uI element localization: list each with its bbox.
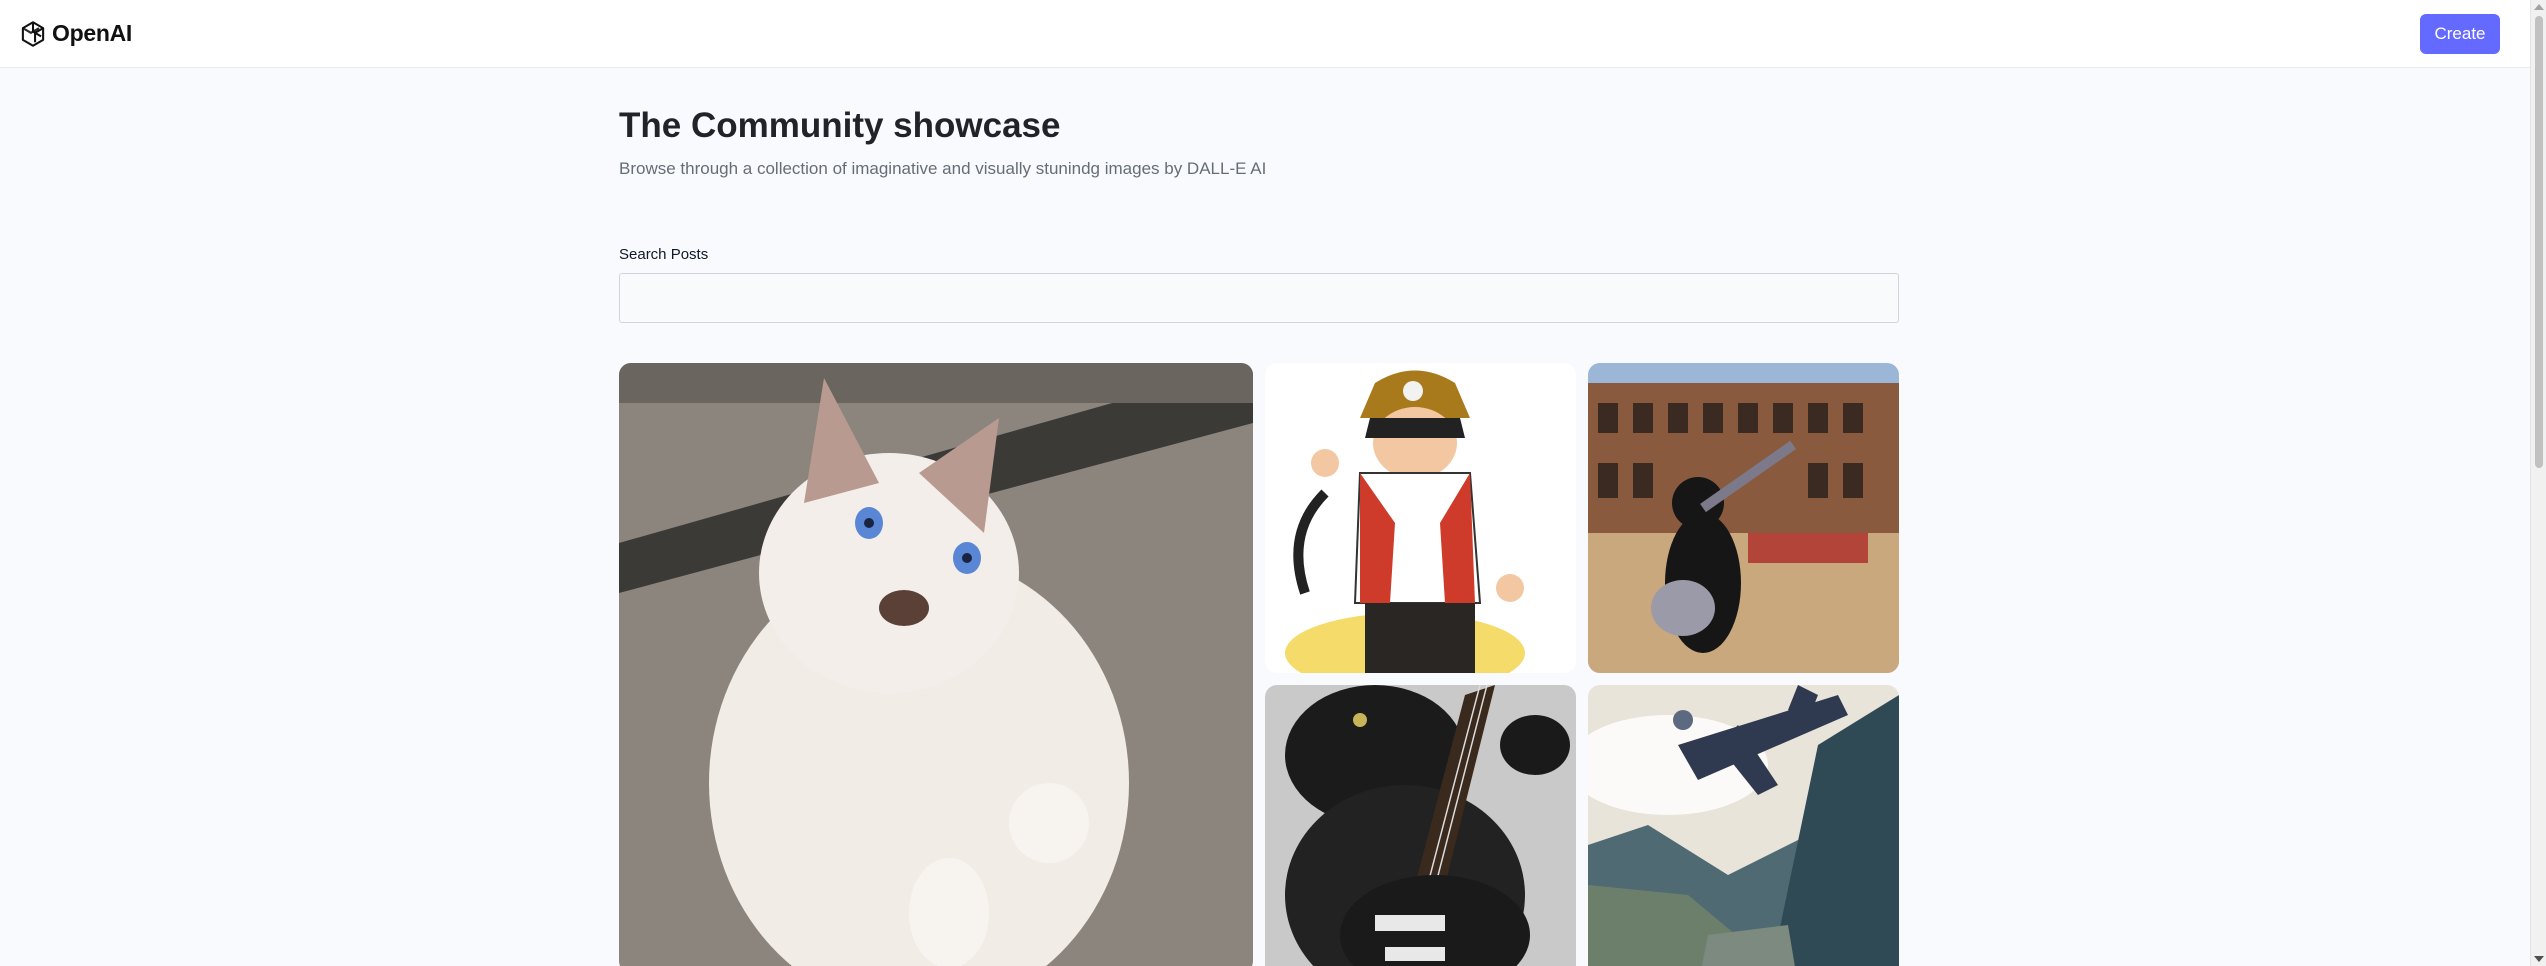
scroll-up-icon[interactable] [2534, 4, 2544, 10]
white-cat-image [619, 363, 1253, 966]
scroll-thumb[interactable] [2535, 16, 2543, 468]
create-button[interactable]: Create [2420, 13, 2500, 54]
brand-name: OpenAI [52, 20, 132, 46]
page-subtitle: Browse through a collection of imaginati… [619, 159, 1267, 178]
openai-logo-icon [21, 20, 45, 47]
search-input[interactable] [619, 273, 1899, 323]
search-label: Search Posts [619, 246, 709, 263]
black-cat-guitar-image [1265, 685, 1576, 966]
gallery-card-pirate[interactable] [1265, 363, 1576, 673]
scroll-down-icon[interactable] [2534, 956, 2544, 962]
vertical-scrollbar[interactable] [2530, 0, 2546, 966]
top-navbar: OpenAI Create [0, 0, 2530, 68]
page-title: The Community showcase [619, 106, 1061, 145]
openai-logo-link[interactable]: OpenAI [18, 19, 132, 49]
space-shuttle-image [1588, 685, 1899, 966]
gallery-card-cat[interactable] [619, 363, 1253, 966]
gallery-card-colosseum-cat[interactable] [1588, 363, 1899, 673]
gallery-card-space-shuttle[interactable] [1588, 685, 1899, 966]
pirate-boy-image [1265, 363, 1576, 673]
colosseum-cat-guitar-image [1588, 363, 1899, 673]
gallery-card-black-cat-guitar[interactable] [1265, 685, 1576, 966]
